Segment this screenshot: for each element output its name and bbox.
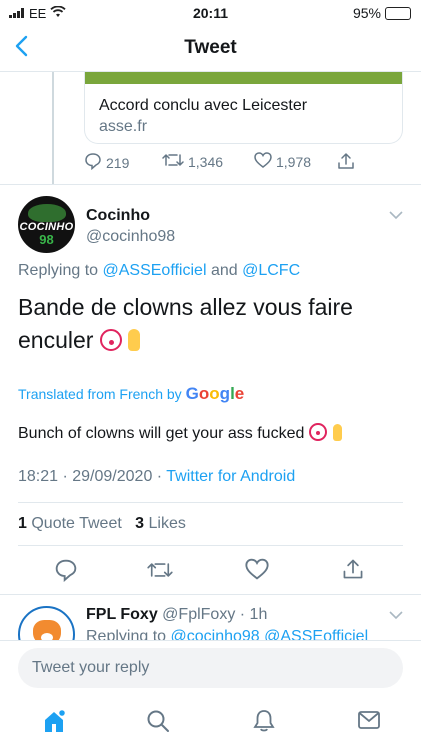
messages-icon[interactable]	[357, 709, 381, 736]
reply-count: 219	[106, 154, 130, 171]
reply-composer	[0, 640, 421, 698]
clown-emoji-icon	[308, 423, 327, 441]
bottom-tab-bar	[0, 698, 421, 750]
tweet-text: Bande de clowns allez vous faire enculer	[18, 294, 353, 353]
reply-icon[interactable]	[54, 558, 78, 587]
like-count: 1,978	[276, 153, 312, 170]
chevron-down-icon[interactable]	[389, 207, 403, 225]
translation-text: Bunch of clowns will get your ass fucked	[18, 423, 342, 443]
parent-retweet-button[interactable]: 1,346	[162, 152, 223, 171]
tweet-timestamp: 18:21 · 29/09/2020 · Twitter for Android	[18, 468, 296, 485]
top-nav-bar: Tweet	[0, 26, 421, 72]
divider	[18, 502, 403, 503]
clown-emoji-icon	[99, 329, 122, 351]
parent-tweet-actions: 219 1,346 1,978	[84, 152, 384, 172]
parent-like-button[interactable]: 1,978	[254, 152, 311, 171]
share-icon	[337, 152, 355, 173]
battery-status: 95%	[353, 5, 411, 21]
notifications-icon[interactable]	[252, 709, 276, 738]
reply-replying-to: Replying to @cocinho98 @ASSEofficiel	[86, 628, 369, 640]
retweet-icon	[162, 152, 184, 171]
battery-percent: 95%	[352, 5, 381, 21]
like-icon[interactable]	[245, 558, 269, 585]
chevron-down-icon[interactable]	[389, 607, 403, 625]
engagement-counts: 1 Quote Tweet 3 Likes	[18, 515, 186, 533]
search-icon[interactable]	[146, 709, 170, 738]
tweet-actions	[0, 558, 421, 584]
replying-to: Replying to @ASSEofficiel and @LCFC	[18, 262, 301, 279]
divider	[0, 594, 421, 595]
retweet-icon[interactable]	[147, 558, 173, 587]
mention-link[interactable]: @LCFC	[242, 262, 300, 279]
battery-icon	[385, 6, 411, 20]
reply-icon	[84, 152, 102, 173]
status-bar: EE 20:11 95%	[0, 0, 421, 26]
share-icon[interactable]	[342, 558, 364, 585]
parent-reply-button[interactable]: 219	[84, 152, 129, 173]
retweet-count: 1,346	[188, 153, 224, 170]
translated-label[interactable]: Translated from French by Google	[18, 384, 244, 404]
middle-finger-emoji-icon	[332, 424, 342, 441]
reply-input[interactable]	[18, 648, 403, 688]
display-name[interactable]: Cocinho	[86, 207, 150, 225]
google-logo: Google	[185, 384, 245, 403]
parent-share-button[interactable]	[337, 152, 355, 173]
avatar-number: 98	[39, 232, 54, 247]
link-card-title: Accord conclu avec Leicester	[99, 97, 308, 114]
thread-line	[52, 72, 54, 184]
link-card[interactable]: Accord conclu avec Leicester asse.fr	[84, 72, 403, 144]
page-title: Tweet	[184, 37, 237, 58]
link-card-domain: asse.fr	[99, 118, 148, 135]
client-link[interactable]: Twitter for Android	[166, 468, 295, 485]
avatar[interactable]: COCINHO 98	[18, 196, 75, 253]
mention-link[interactable]: @ASSEofficiel	[103, 262, 207, 279]
link-card-image	[85, 72, 402, 84]
divider	[0, 184, 421, 185]
reply-author[interactable]: FPL Foxy @FplFoxy · 1h	[86, 606, 267, 624]
home-icon[interactable]	[42, 708, 67, 740]
middle-finger-emoji-icon	[127, 329, 140, 351]
divider	[18, 545, 403, 546]
likes-link[interactable]: 3 Likes	[135, 515, 186, 532]
user-handle[interactable]: @cocinho98	[86, 228, 175, 246]
like-icon	[254, 152, 272, 171]
quote-tweets-link[interactable]: 1 Quote Tweet	[18, 515, 122, 532]
